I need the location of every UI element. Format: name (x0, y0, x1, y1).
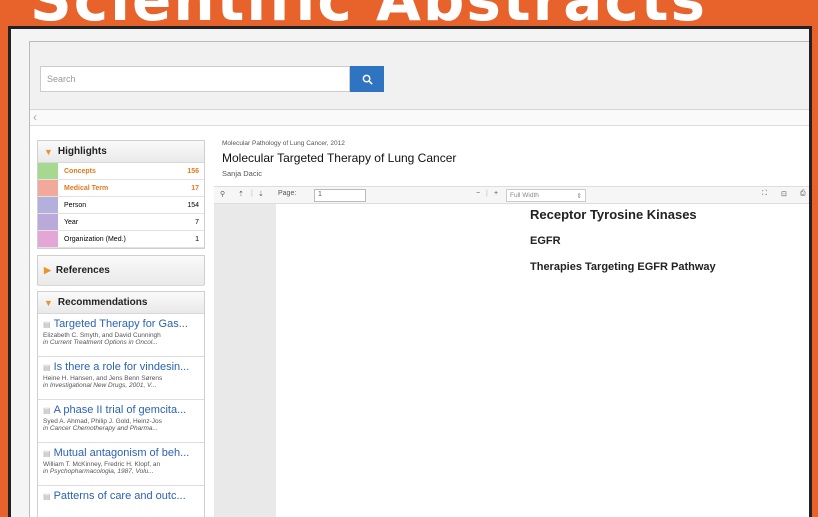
zoom-out-icon[interactable]: − (476, 190, 480, 197)
subsection-heading-2: Therapies Targeting EGFR Pathway (530, 261, 716, 273)
app-content: Search ‹ ▼ Highlights Concepts 156 Medical… (29, 41, 809, 517)
chevron-right-icon: ▶ (44, 265, 51, 275)
recommendation-title[interactable]: ▤ A phase II trial of gemcita... (43, 404, 199, 416)
subsection-heading: EGFR (530, 235, 561, 247)
recommendation-source: in Psychopharmacologia, 1987, Volu... (43, 468, 154, 475)
highlight-count: 156 (187, 167, 199, 175)
highlight-count: 7 (195, 218, 199, 226)
recommendation-authors: Syed A. Ahmad, Philip J. Gold, Heinz-Jos (43, 418, 162, 425)
color-swatch (38, 197, 58, 213)
recommendation-authors: William T. McKinney, Fredric H. Klopf, a… (43, 461, 161, 468)
arrow-up-icon[interactable]: ⇡ (238, 190, 244, 198)
document-icon: ▤ (43, 449, 51, 458)
recommendations-header[interactable]: ▼ Recommendations (38, 292, 204, 314)
chevron-down-icon: ▼ (44, 146, 53, 157)
highlights-header[interactable]: ▼ Highlights (38, 141, 204, 163)
recommendation-source: in Investigational New Drugs, 2001, V... (43, 382, 157, 389)
recommendation-item[interactable]: ▤ Patterns of care and outc... (38, 486, 204, 517)
recommendations-title: Recommendations (57, 297, 148, 308)
highlight-row[interactable]: Organization (Med.) 1 (38, 231, 204, 248)
references-header[interactable]: ▶ References (38, 256, 204, 286)
highlight-label: Person (64, 201, 87, 209)
highlight-label: Concepts (64, 167, 96, 175)
recommendation-title[interactable]: ▤ Targeted Therapy for Gas... (43, 318, 199, 330)
highlight-count: 17 (191, 184, 199, 192)
back-chevron-icon[interactable]: ‹ (33, 110, 37, 124)
recommendation-source: in Cancer Chemotherapy and Pharma... (43, 425, 158, 432)
page-number-input[interactable]: 1 (314, 189, 366, 202)
zoom-value: Full Width (510, 192, 539, 199)
document-viewer: Molecular Pathology of Lung Cancer, 2012… (214, 126, 809, 517)
highlight-label: Organization (Med.) (64, 235, 126, 243)
highlight-label: Year (64, 218, 79, 226)
color-swatch (38, 231, 58, 247)
search-icon[interactable]: ⚲ (220, 190, 225, 198)
arrow-down-icon[interactable]: ⇣ (258, 190, 264, 198)
highlight-row[interactable]: Year 7 (38, 214, 204, 231)
color-swatch (38, 180, 58, 196)
highlight-row[interactable]: Person 154 (38, 197, 204, 214)
color-swatch (38, 214, 58, 230)
pdf-page: Receptor Tyrosine Kinases EGFR Therapies… (276, 204, 809, 517)
document-icon: ▤ (43, 492, 51, 501)
app-window: Search ‹ ▼ Highlights Concepts 156 Medical… (8, 26, 812, 517)
highlight-count: 1 (195, 235, 199, 243)
right-column: Receptor Tyrosine Kinases EGFR Therapies… (530, 207, 780, 275)
highlight-row[interactable]: Concepts 156 (38, 163, 204, 180)
document-title: Molecular Targeted Therapy of Lung Cance… (222, 151, 457, 165)
nav-strip: ‹ (30, 110, 809, 126)
recommendation-title[interactable]: ▤ Mutual antagonism of beh... (43, 447, 199, 459)
open-file-icon[interactable]: ⊡ (781, 190, 787, 198)
highlight-row[interactable]: Medical Term 17 (38, 180, 204, 197)
highlight-label: Medical Term (64, 184, 109, 192)
references-title: References (55, 265, 110, 276)
print-icon[interactable]: ⎙ (800, 190, 806, 198)
search-button[interactable] (350, 66, 384, 92)
document-author: Sanja Dacic (222, 169, 263, 178)
references-panel[interactable]: ▶ References (37, 255, 205, 286)
page-label: Page: (278, 190, 297, 197)
chevron-down-icon: ⇕ (576, 193, 582, 200)
document-icon: ▤ (43, 406, 51, 415)
highlights-panel: ▼ Highlights Concepts 156 Medical Term 17 Pe… (37, 140, 205, 249)
zoom-in-icon[interactable]: + (494, 190, 498, 197)
sidebar: ▼ Highlights Concepts 156 Medical Term 17 Pe… (37, 140, 205, 517)
highlight-count: 154 (187, 201, 199, 209)
fullscreen-icon[interactable]: ⛶ (762, 190, 767, 198)
zoom-select[interactable]: Full Width ⇕ (506, 189, 586, 202)
recommendation-authors: Elizabeth C. Smyth, and David Cunningh (43, 332, 161, 339)
recommendation-item[interactable]: ▤ Mutual antagonism of beh... William T. M… (38, 443, 204, 486)
recommendation-item[interactable]: ▤ A phase II trial of gemcita... Syed A. A… (38, 400, 204, 443)
chevron-down-icon: ▼ (44, 297, 53, 308)
banner: Scientific Abstracts (0, 0, 818, 26)
recommendation-source: in Current Treatment Options in Oncol... (43, 339, 158, 346)
top-bar: Search (30, 42, 809, 110)
document-source: Molecular Pathology of Lung Cancer, 2012 (222, 140, 345, 147)
color-swatch (38, 163, 58, 179)
recommendation-item[interactable]: ▤ Is there a role for vindesin... Heine H.… (38, 357, 204, 400)
pdf-toolbar: ⚲ ⇡ | ⇣ Page: 1 − | + Full Width ⇕ ⛶ ⊡ ⎙ (214, 186, 809, 204)
recommendation-title[interactable]: ▤ Patterns of care and outc... (43, 490, 199, 502)
search-icon (362, 74, 373, 85)
section-heading: Receptor Tyrosine Kinases (530, 207, 697, 222)
pdf-page-area: Receptor Tyrosine Kinases EGFR Therapies… (214, 204, 809, 517)
recommendations-panel: ▼ Recommendations ▤ Targeted Therapy for … (37, 291, 205, 517)
banner-title: Scientific Abstracts (30, 0, 707, 26)
document-icon: ▤ (43, 363, 51, 372)
highlights-title: Highlights (57, 146, 107, 157)
search-input[interactable]: Search (40, 66, 350, 92)
recommendation-authors: Heine H. Hansen, and Jens Benn Sørens (43, 375, 163, 382)
document-icon: ▤ (43, 320, 51, 329)
recommendation-title[interactable]: ▤ Is there a role for vindesin... (43, 361, 199, 373)
recommendation-item[interactable]: ▤ Targeted Therapy for Gas... Elizabeth C.… (38, 314, 204, 357)
